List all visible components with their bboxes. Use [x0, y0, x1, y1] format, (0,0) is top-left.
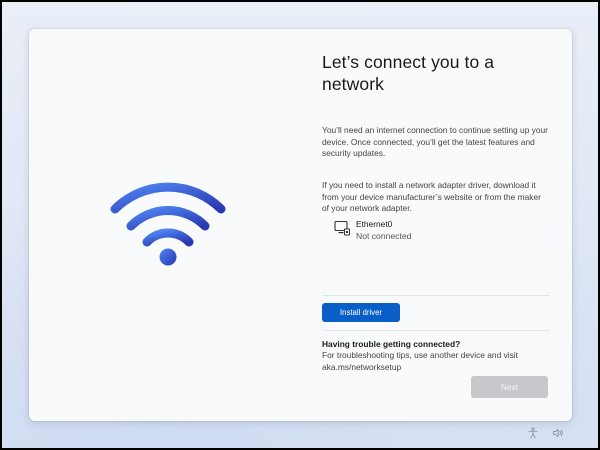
oobe-screen: Let’s connect you to a network You’ll ne… — [2, 2, 598, 448]
wifi-icon — [110, 182, 226, 266]
install-driver-button[interactable]: Install driver — [322, 303, 400, 322]
trouble-heading: Having trouble getting connected? — [322, 339, 461, 349]
intro-text: You’ll need an internet connection to co… — [322, 125, 548, 158]
trouble-text: For troubleshooting tips, use another de… — [322, 350, 518, 372]
network-text: Ethernet0 Not connected — [356, 219, 411, 242]
divider — [322, 295, 550, 296]
accessibility-icon[interactable] — [527, 427, 539, 439]
driver-info-text: If you need to install a network adapter… — [322, 180, 541, 213]
illustration-pane — [29, 29, 299, 421]
network-name: Ethernet0 — [356, 219, 393, 229]
next-button[interactable]: Next — [471, 376, 548, 398]
setup-card: Let’s connect you to a network You’ll ne… — [29, 29, 572, 421]
network-status: Not connected — [356, 231, 412, 241]
network-list-item[interactable]: Ethernet0 Not connected — [334, 219, 411, 242]
divider — [322, 330, 550, 331]
page-title: Let’s connect you to a network — [322, 52, 495, 94]
taskbar-tray — [527, 427, 564, 439]
volume-icon[interactable] — [552, 427, 564, 439]
ethernet-pc-icon — [334, 220, 350, 236]
content-pane: Let’s connect you to a network You’ll ne… — [322, 51, 550, 372]
